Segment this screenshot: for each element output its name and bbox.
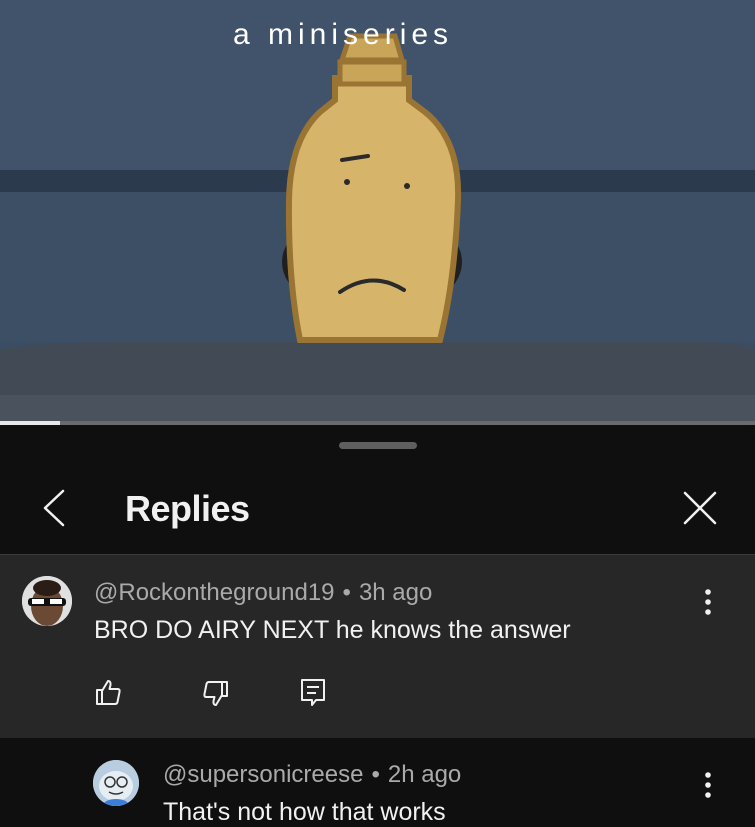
comment-text: That's not how that works [163, 798, 446, 826]
video-frame: a miniseries [0, 0, 755, 423]
comment-time: 3h ago [358, 579, 433, 606]
drag-handle[interactable] [339, 442, 417, 449]
more-options-button[interactable] [693, 765, 723, 805]
more-vertical-icon [705, 772, 711, 798]
comment-time: 2h ago [387, 761, 462, 788]
sheet-header: Replies [0, 466, 755, 554]
meta-separator: • [371, 761, 380, 788]
more-options-button[interactable] [693, 582, 723, 622]
comment-text: BRO DO AIRY NEXT he knows the answer [94, 616, 571, 644]
comment-meta: @supersonicreese • 2h ago [163, 761, 461, 789]
reply-button[interactable] [293, 673, 333, 713]
avatar-image [22, 576, 72, 626]
video-overlay-text: a miniseries [233, 18, 453, 51]
avatar[interactable] [22, 576, 72, 626]
close-button[interactable] [676, 484, 724, 532]
page-title: Replies [125, 488, 250, 529]
like-button[interactable] [88, 672, 128, 712]
replies-sheet: Replies @Rockontheground19 • 3h ago BRO DO… [0, 426, 755, 826]
back-button[interactable] [30, 484, 78, 532]
reply-comment: @supersonicreese • 2h ago That's not how t… [0, 738, 755, 826]
progress-bar[interactable] [0, 421, 755, 425]
comment-meta: @Rockontheground19 • 3h ago [94, 579, 432, 607]
progress-bar-fill [0, 421, 61, 425]
more-vertical-icon [705, 589, 711, 615]
avatar-image [93, 760, 139, 806]
video-player[interactable]: a miniseries [0, 0, 755, 423]
close-icon [683, 491, 717, 525]
parent-comment: @Rockontheground19 • 3h ago BRO DO AIRY NE… [0, 555, 755, 738]
dislike-icon [203, 681, 228, 706]
comment-author[interactable]: @supersonicreese [163, 761, 363, 788]
chevron-left-icon [43, 489, 65, 527]
reply-icon [301, 679, 325, 706]
comment-author[interactable]: @Rockontheground19 [94, 579, 335, 606]
avatar[interactable] [93, 760, 139, 806]
dislike-button[interactable] [196, 674, 236, 714]
like-icon [96, 680, 121, 705]
meta-separator: • [342, 579, 351, 606]
